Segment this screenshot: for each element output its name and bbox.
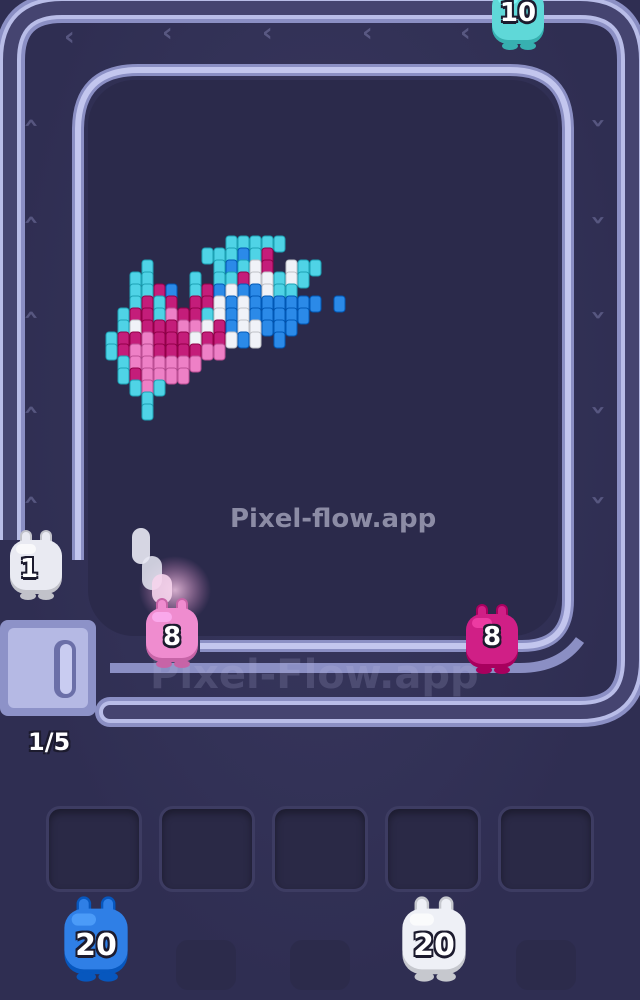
creature-count: 20: [413, 928, 455, 963]
queue-creature-blue[interactable]: 20: [56, 894, 136, 984]
queue-placeholder: [290, 940, 350, 990]
holding-slot-3[interactable]: [272, 806, 368, 892]
creature-count: 8: [482, 622, 502, 652]
game-board: ‹ ‹ ‹ ‹ ‹ ‹ ‹ ‹ ‹ ‹ ‹ ‹ ‹ ‹ ‹ Pixel-flow…: [0, 0, 640, 1000]
creature-count: 20: [75, 928, 117, 963]
creature-count: 1: [19, 554, 39, 584]
queue-placeholder: [516, 940, 576, 990]
conveyor-counter: 1/5: [28, 728, 71, 756]
watermark-center: Pixel-flow.app: [230, 504, 437, 534]
creature-magenta-on-track[interactable]: 8: [460, 602, 524, 676]
creature-cyan-top[interactable]: 10: [486, 0, 550, 52]
creature-pink-on-track[interactable]: 8: [140, 596, 204, 670]
creature-white-left[interactable]: 1: [4, 528, 68, 602]
holding-slot-2[interactable]: [159, 806, 255, 892]
queue-creature-white[interactable]: 20: [394, 894, 474, 984]
holding-slot-1[interactable]: [46, 806, 142, 892]
holding-slot-4[interactable]: [385, 806, 481, 892]
creature-count: 10: [499, 0, 537, 28]
creature-count: 8: [162, 622, 182, 652]
queue-placeholder: [176, 940, 236, 990]
holding-slot-5[interactable]: [498, 806, 594, 892]
